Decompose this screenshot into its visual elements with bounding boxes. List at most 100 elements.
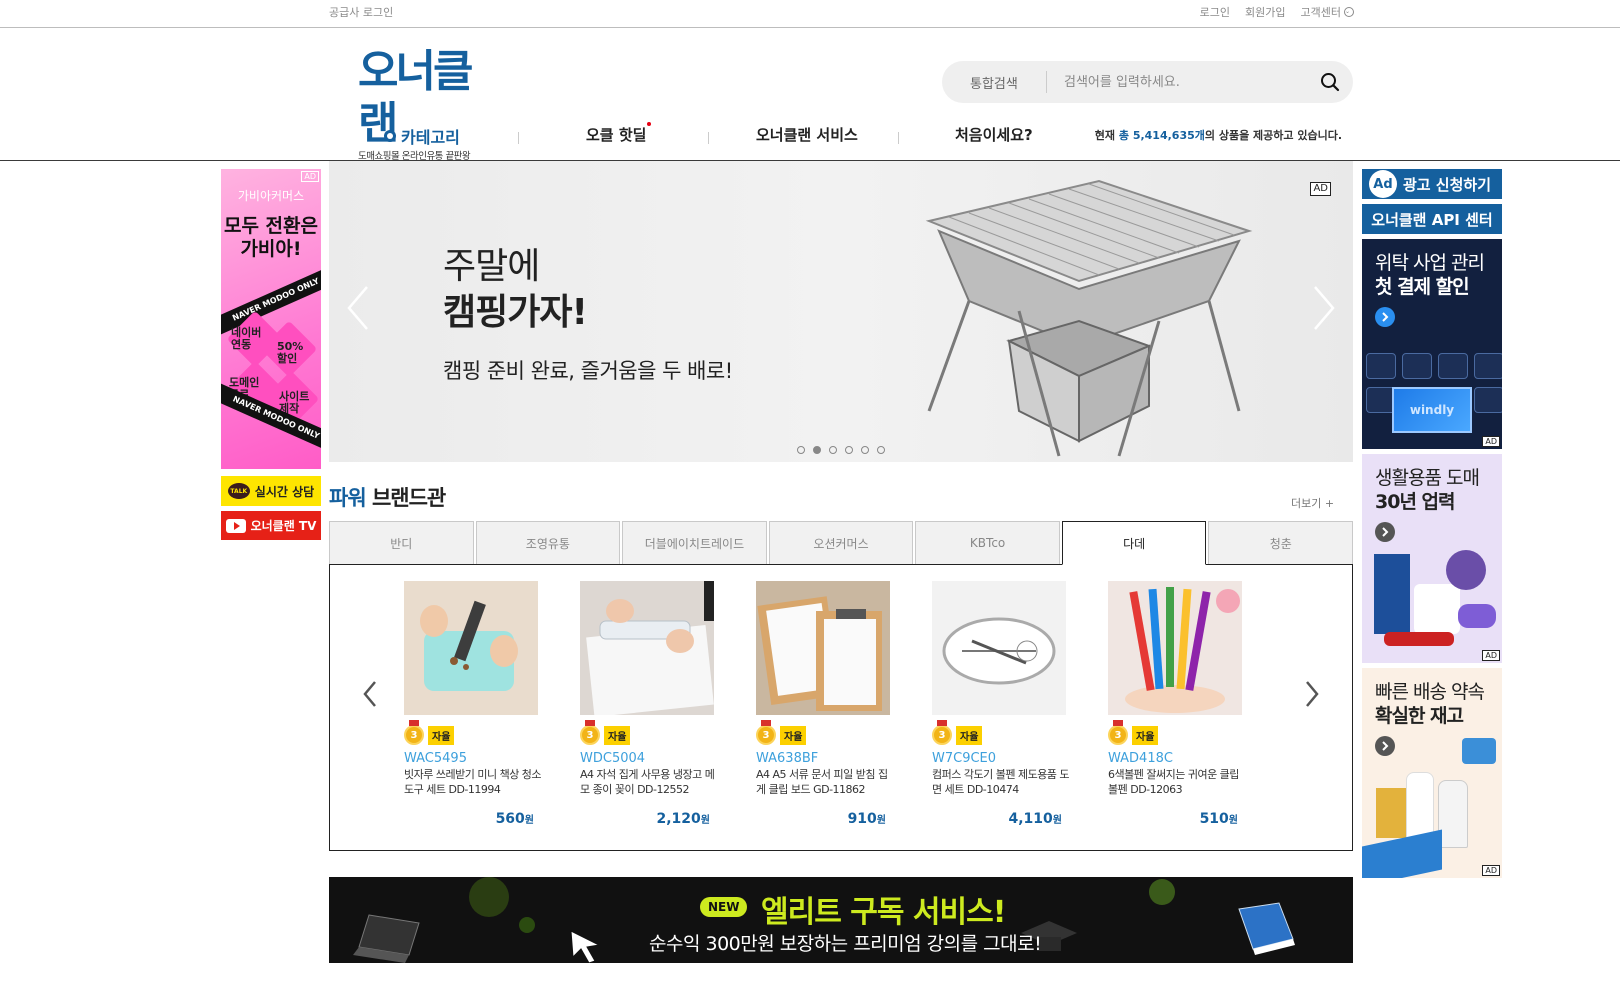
nav-hot-deal[interactable]: 오클 핫딜 (586, 122, 652, 145)
ad-tag: AD (1482, 865, 1500, 876)
api-center-button[interactable]: 오너클랜 API 센터 (1362, 204, 1502, 234)
chevron-left-icon[interactable] (343, 283, 373, 333)
login-label: 로그인 (1199, 6, 1231, 19)
product-price: 910원 (756, 811, 896, 827)
product-image[interactable] (1108, 581, 1242, 715)
product-card[interactable]: 3 자율 WA638BF A4 A5 서류 문서 피일 받침 집게 클립 보드 GD-… (756, 581, 896, 827)
banner-dot[interactable] (813, 446, 821, 454)
product-name[interactable]: 컴퍼스 각도기 볼펜 제도용품 도면 세트 DD-10474 (932, 767, 1072, 799)
banner-dot[interactable] (861, 446, 869, 454)
brand-tab[interactable]: 오션커머스 (768, 521, 914, 565)
product-box-image (1374, 554, 1410, 634)
product-code[interactable]: WAC5495 (404, 751, 544, 766)
brand-tab[interactable]: 더블에이치트레이드 (622, 521, 767, 565)
product-lamp-image (1446, 550, 1486, 590)
product-code[interactable]: WDC5004 (580, 751, 720, 766)
ad-tag: AD (301, 171, 319, 182)
banner-dot[interactable] (877, 446, 885, 454)
search-input[interactable] (1064, 69, 1304, 95)
brand-tab[interactable]: 조영유통 (475, 521, 621, 565)
product-spray-image (1462, 738, 1496, 764)
chevron-right-icon[interactable] (1302, 679, 1322, 709)
product-name[interactable]: 6색볼펜 잘써지는 귀여운 클립볼펜 DD-12063 (1108, 767, 1248, 799)
product-cup-image (1414, 584, 1460, 634)
product-code[interactable]: WA638BF (756, 751, 896, 766)
ad-text-discount: 50% 할인 (277, 340, 304, 365)
product-card[interactable]: 3 자율 W7C9CE0 컴퍼스 각도기 볼펜 제도용품 도면 세트 DD-10474… (932, 581, 1072, 827)
chevron-right-icon (1375, 307, 1395, 327)
book-icon (1238, 902, 1295, 955)
product-card[interactable]: 3 자율 WAC5495 빗자루 쓰레받기 미니 책상 청소 도구 세트 DD-119… (404, 581, 544, 827)
right-ad-household[interactable]: 생활용품 도매 30년 업력 AD (1362, 454, 1502, 663)
product-badges: 3 자율 (1108, 720, 1248, 746)
nav-category[interactable]: 카테고리 (384, 124, 460, 148)
product-code[interactable]: WAD418C (1108, 751, 1248, 766)
product-image[interactable] (932, 581, 1066, 715)
price-unit: 원 (700, 815, 710, 826)
ad-apply-button[interactable]: Ad 광고 신청하기 (1362, 169, 1502, 199)
cart-icon (1474, 353, 1502, 379)
product-code[interactable]: W7C9CE0 (932, 751, 1072, 766)
rank-medal-icon: 3 (1108, 720, 1128, 745)
product-image[interactable] (404, 581, 538, 715)
product-name[interactable]: 빗자루 쓰레받기 미니 책상 청소 도구 세트 DD-11994 (404, 767, 544, 799)
power-brand-more-link[interactable]: 더보기 + (1291, 495, 1334, 511)
brand-tab[interactable]: 청춘 (1208, 521, 1354, 565)
elite-subscription-banner[interactable]: NEW 엘리트 구독 서비스! 순수익 300만원 보장하는 프리미엄 강의를 … (329, 877, 1353, 963)
product-box-image (1376, 788, 1406, 838)
signup-link[interactable]: 회원가입 (1245, 4, 1285, 20)
banner-dot[interactable] (829, 446, 837, 454)
chevron-left-icon[interactable] (360, 679, 380, 709)
search-icon[interactable] (1319, 71, 1341, 93)
brand-tab[interactable]: 반디 (329, 521, 474, 565)
autonomous-badge: 자율 (956, 725, 983, 745)
left-side-ad-gabia[interactable]: AD 가비아커머스 모두 전환은 가비아! NAVER MODOO ONLY 네… (221, 169, 321, 469)
main-banner-slider[interactable]: AD 주말에 캠핑가자! 캠핑 준비 완료, 즐거움을 두 배로! (329, 161, 1353, 462)
kakao-chat-button[interactable]: TALK 실시간 상담 (221, 476, 321, 506)
rank-medal-icon: 3 (932, 720, 952, 745)
product-image[interactable] (580, 581, 714, 718)
product-image[interactable] (756, 581, 890, 715)
banner-dot[interactable] (797, 446, 805, 454)
nav-first-time[interactable]: 처음이세요? (955, 124, 1033, 145)
ad-apply-label: 광고 신청하기 (1402, 175, 1492, 194)
search-scope-select[interactable]: 통합검색 (970, 73, 1018, 92)
decor-circle (469, 877, 509, 917)
search-bar: 통합검색 (942, 61, 1353, 103)
ad-tag: AD (1310, 182, 1331, 196)
right-ad-windly[interactable]: 위탁 사업 관리 첫 결제 할인 windly AD (1362, 239, 1502, 449)
product-price: 510원 (1108, 811, 1248, 827)
product-name[interactable]: A4 자석 집게 사무용 냉장고 메모 종이 꽂이 DD-12552 (580, 767, 720, 799)
rank-medal-icon: 3 (404, 720, 424, 745)
product-card[interactable]: 3 자율 WAD418C 6색볼펜 잘써지는 귀여운 클립볼펜 DD-12063 510… (1108, 581, 1248, 827)
product-card[interactable]: 3 자율 WDC5004 A4 자석 집게 사무용 냉장고 메모 종이 꽂이 DD-1… (580, 581, 720, 827)
login-link[interactable]: 로그인 (1200, 4, 1230, 20)
autonomous-badge: 자율 (1132, 725, 1159, 745)
nav-service[interactable]: 오너클랜 서비스 (756, 124, 858, 145)
product-name[interactable]: A4 A5 서류 문서 피일 받침 집게 클립 보드 GD-11862 (756, 767, 896, 799)
right-ad-delivery[interactable]: 빠른 배송 약속 확실한 재고 AD (1362, 668, 1502, 878)
nav-service-label: 오너클랜 서비스 (756, 126, 858, 144)
power-brand-tabs: 반디 조영유통 더블에이치트레이드 오션커머스 KBTco 다데 청춘 (329, 521, 1354, 565)
brand-tab[interactable]: 다데 (1061, 521, 1207, 565)
ad-headline: 모두 전환은 가비아! (221, 215, 321, 261)
supplier-login-link[interactable]: 공급사 로그인 (329, 4, 393, 20)
product-price: 560원 (404, 811, 544, 827)
stat-suffix: 의 상품을 제공하고 있습니다. (1204, 129, 1342, 142)
category-dot-icon (384, 130, 396, 142)
product-price: 4,110원 (932, 811, 1072, 827)
price-value: 560 (495, 811, 525, 827)
ad-headline-2: 가비아! (240, 238, 302, 260)
product-count-stat: 현재 총 5,414,635개의 상품을 제공하고 있습니다. (1095, 127, 1342, 143)
banner-line-2: 캠핑가자! (443, 292, 588, 333)
product-brush-image (1458, 604, 1496, 628)
support-link[interactable]: 고객센터 ⌄ (1301, 4, 1354, 20)
new-dot-icon (647, 122, 652, 126)
banner-dot[interactable] (845, 446, 853, 454)
site-header: 오너클랜 도매쇼핑몰 온라인유통 끝판왕 통합검색 카테고리 오클 핫딜 오너클… (0, 28, 1620, 162)
ad-brand: 가비아커머스 (237, 189, 305, 203)
chevron-right-icon[interactable] (1309, 283, 1339, 333)
nav-first-time-label: 처음이세요? (955, 126, 1033, 144)
brand-tab[interactable]: KBTco (915, 521, 1060, 565)
youtube-tv-button[interactable]: 오너클랜 TV (221, 511, 321, 540)
